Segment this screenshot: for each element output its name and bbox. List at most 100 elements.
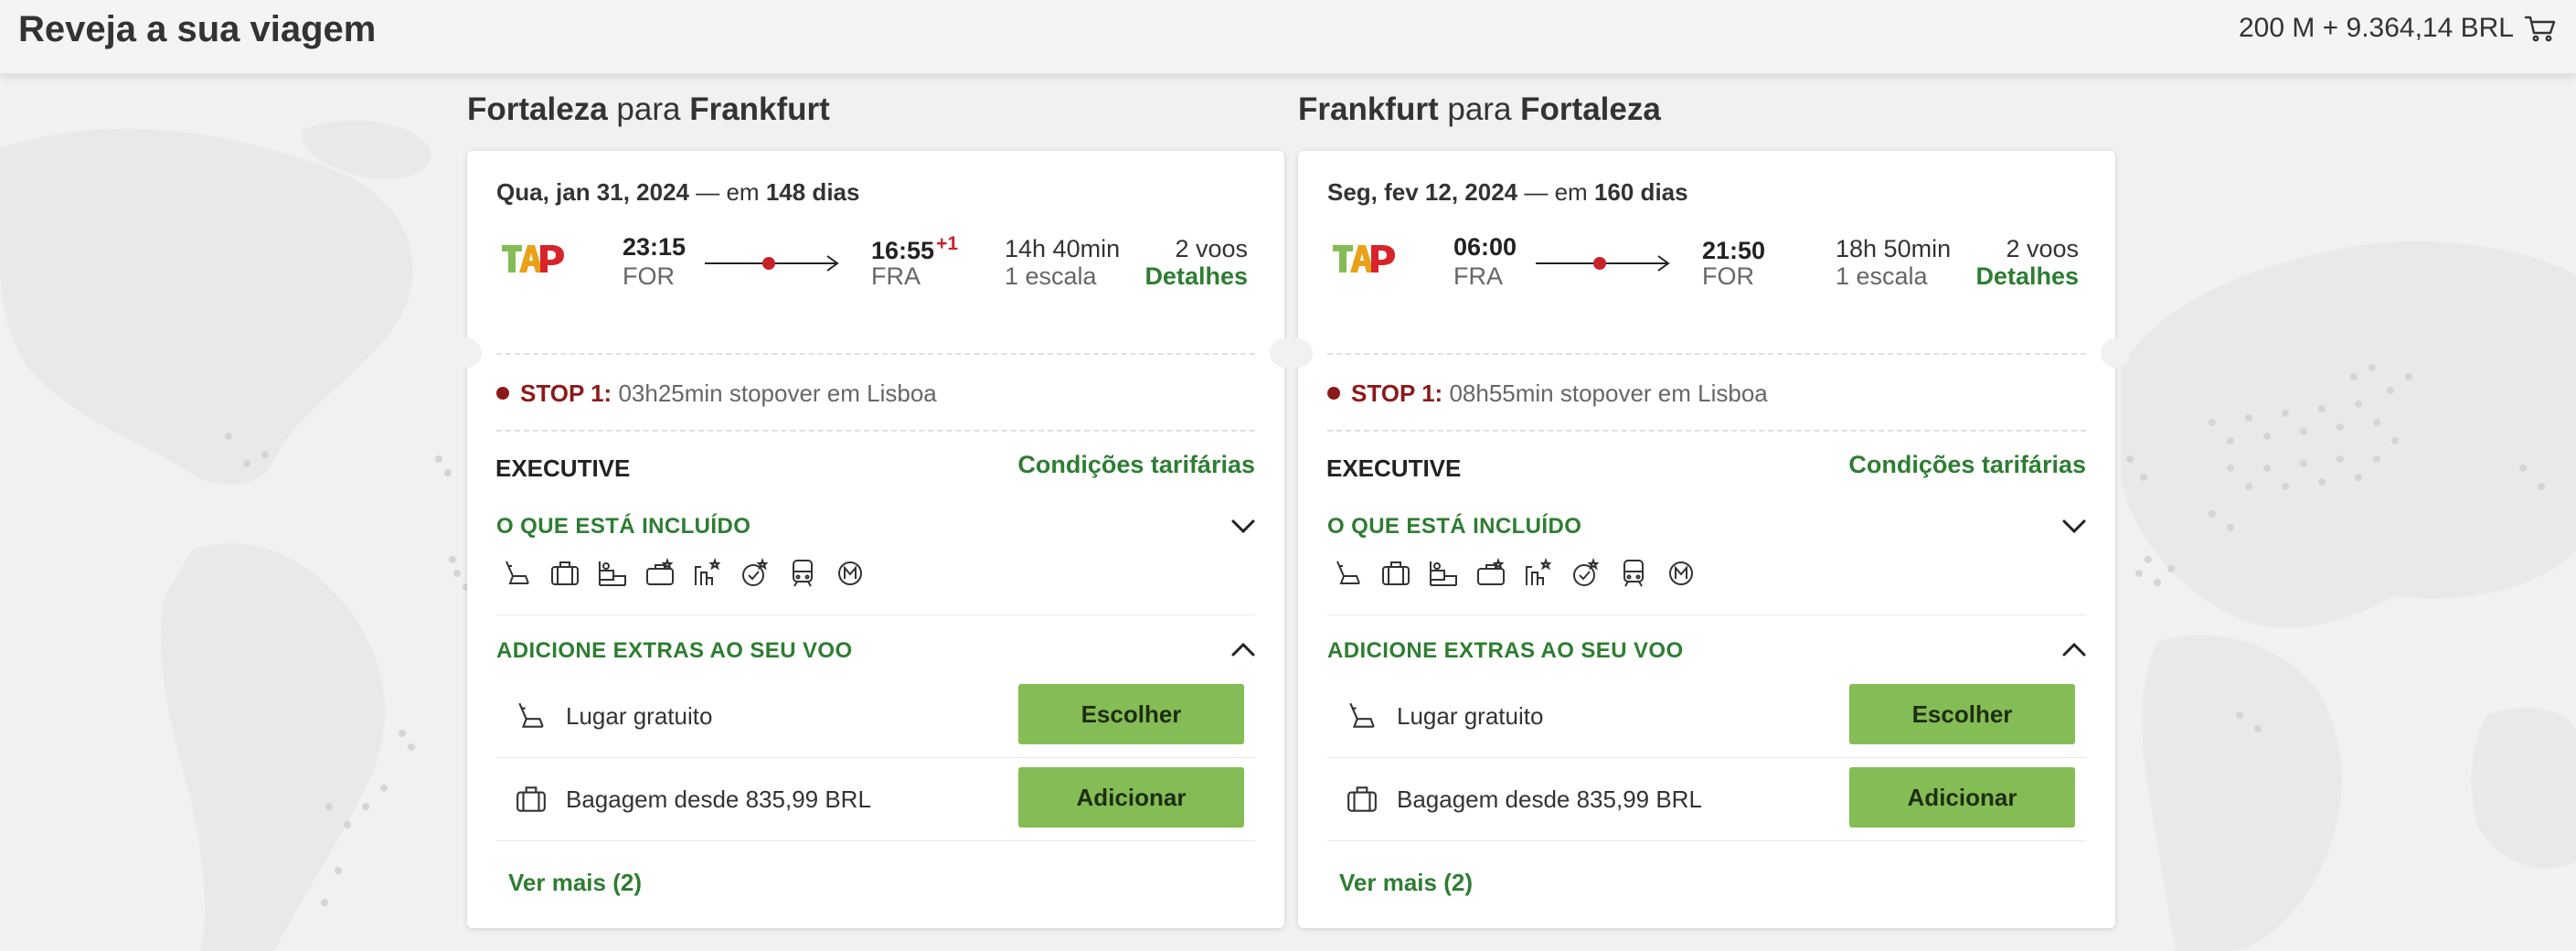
lounge-icon [1474,556,1507,590]
divider [1327,614,2086,615]
divider [496,430,1255,432]
inbound-extra-baggage-row: Bagagem desde 835,99 BRL Adicionar [1327,758,2086,840]
priority-checkin-icon [690,556,724,590]
inbound-date: Seg, fev 12, 2024 [1327,178,1518,206]
inbound-route-title: Frankfurt para Fortaleza [1298,91,1661,128]
card-notch [452,338,482,368]
outbound-connector: para [616,91,681,127]
seat-icon [500,556,534,590]
inbound-included-title[interactable]: O QUE ESTÁ INCLUÍDO [1327,514,1581,540]
card-notch [2101,338,2130,368]
stop-dot-icon [1327,387,1340,401]
outbound-route-title: Fortaleza para Frankfurt [467,91,830,128]
world-map-background [0,120,2576,951]
outbound-extra-seat-row: Lugar gratuito Escolher [496,675,1255,757]
chevron-up-icon[interactable] [1229,636,1257,664]
outbound-details-link[interactable]: Detalhes [1144,262,1248,291]
baggage-icon [1346,783,1378,820]
inbound-add-baggage-button[interactable]: Adicionar [1849,767,2075,828]
outbound-date-line: Qua, jan 31, 2024 — em 148 dias [496,178,859,207]
divider [1327,430,2086,432]
chevron-down-icon[interactable] [1229,512,1257,540]
fast-track-icon [738,556,772,590]
train-icon [1616,556,1650,590]
outbound-fare-conditions-link[interactable]: Condições tarifárias [1017,451,1255,479]
outbound-flights-count: 2 voos [1175,235,1248,262]
inbound-duration: 18h 50min [1836,235,1952,262]
inbound-choose-seat-button[interactable]: Escolher [1849,684,2075,744]
lounge-icon [643,556,676,590]
outbound-departure-time: 23:15 [623,233,687,261]
outbound-arrival-time: 16:55 [871,237,935,264]
chevron-up-icon[interactable] [2060,636,2088,664]
cart-summary[interactable]: 200 M + 9.364,14 BRL [2239,13,2556,44]
miles-icon [1664,556,1698,590]
inbound-departure-code: FRA [1453,262,1503,290]
outbound-stop-info: STOP 1: 03h25min stopover em Lisboa [496,379,937,408]
outbound-arrival-time-wrap: 16:55+1 [871,233,958,265]
outbound-add-baggage-button[interactable]: Adicionar [1018,767,1244,828]
inbound-flight-card: Seg, fev 12, 2024 — em 160 dias 06:00 FR… [1283,151,2130,928]
inbound-fare-conditions-link[interactable]: Condições tarifárias [1848,451,2086,479]
inbound-stop-info: STOP 1: 08h55min stopover em Lisboa [1327,379,1768,408]
inbound-arrival-time: 21:50 [1702,237,1766,264]
outbound-date-separator: — em [696,178,760,206]
inbound-departure-time: 06:00 [1453,233,1517,261]
inbound-see-more-link[interactable]: Ver mais (2) [1339,869,1473,897]
inbound-cabin-class: EXECUTIVE [1326,454,1462,482]
outbound-date: Qua, jan 31, 2024 [496,178,690,206]
priority-checkin-icon [1521,556,1555,590]
miles-icon [833,556,867,590]
outbound-stop-detail: 03h25min stopover em Lisboa [618,379,937,407]
inbound-details-link[interactable]: Detalhes [1975,262,2079,291]
outbound-stop-label: STOP 1: [520,379,612,407]
divider [1327,840,2086,841]
inbound-date-line: Seg, fev 12, 2024 — em 160 dias [1327,178,1688,207]
outbound-included-amenities [500,556,867,590]
seat-icon [1331,556,1365,590]
seat-icon [1346,700,1378,737]
outbound-extra-baggage-label: Bagagem desde 835,99 BRL [566,785,871,813]
inbound-extra-seat-label: Lugar gratuito [1397,702,1544,730]
seat-icon [515,700,548,737]
checked-bag-icon [1426,556,1460,590]
outbound-see-more-link[interactable]: Ver mais (2) [508,869,642,897]
outbound-departure-code: FOR [623,262,675,290]
divider [496,614,1255,615]
inbound-date-separator: — em [1524,178,1588,206]
outbound-choose-seat-button[interactable]: Escolher [1018,684,1244,744]
inbound-flights-count: 2 voos [2006,235,2079,262]
outbound-cabin-class: EXECUTIVE [495,454,631,482]
outbound-duration: 14h 40min [1005,235,1121,262]
outbound-destination: Frankfurt [689,91,830,127]
route-arrow-icon [705,255,839,272]
inbound-stops: 1 escala [1836,262,1928,290]
inbound-extras-title[interactable]: ADICIONE EXTRAS AO SEU VOO [1327,638,1684,664]
outbound-stops: 1 escala [1005,262,1097,290]
checked-bag-icon [595,556,629,590]
cart-icon[interactable] [2525,15,2556,42]
baggage-icon [515,783,548,820]
inbound-stop-detail: 08h55min stopover em Lisboa [1449,379,1768,407]
outbound-arrival-code: FRA [871,262,921,290]
inbound-days-until: 160 dias [1593,178,1688,206]
tap-airline-logo [500,238,566,279]
tap-airline-logo [1331,238,1397,279]
inbound-connector: para [1447,91,1512,127]
divider [1327,353,2086,355]
chevron-down-icon[interactable] [2060,512,2088,540]
inbound-arrival-code: FOR [1702,262,1754,290]
card-notch [1283,338,1313,368]
inbound-origin: Frankfurt [1298,91,1439,127]
inbound-extra-baggage-label: Bagagem desde 835,99 BRL [1397,785,1702,813]
outbound-origin: Fortaleza [467,91,608,127]
inbound-arrival-time-wrap: 21:50 [1702,233,1767,265]
fast-track-icon [1569,556,1602,590]
outbound-extras-title[interactable]: ADICIONE EXTRAS AO SEU VOO [496,638,853,664]
outbound-included-title[interactable]: O QUE ESTÁ INCLUÍDO [496,514,750,540]
inbound-extra-seat-row: Lugar gratuito Escolher [1327,675,2086,757]
inbound-included-amenities [1331,556,1698,590]
outbound-extra-seat-label: Lugar gratuito [566,702,713,730]
inbound-destination: Fortaleza [1520,91,1661,127]
cart-total: 200 M + 9.364,14 BRL [2238,13,2514,43]
